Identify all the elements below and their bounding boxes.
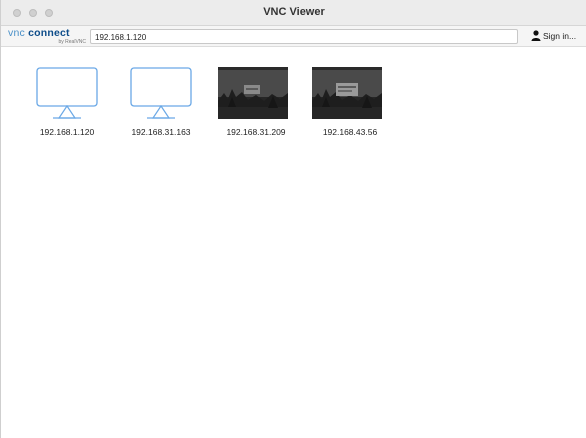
sign-in-button[interactable]: Sign in... bbox=[531, 30, 576, 44]
monitor-icon bbox=[129, 67, 193, 120]
connection-tile[interactable]: 192.168.31.209 bbox=[211, 67, 301, 147]
window-title: VNC Viewer bbox=[263, 6, 325, 18]
person-icon bbox=[531, 30, 541, 41]
connection-label: 192.168.43.56 bbox=[322, 127, 378, 137]
screen-preview bbox=[218, 67, 288, 119]
address-input[interactable] bbox=[90, 29, 518, 44]
toolbar: vnc connect by RealVNC Sign in... bbox=[1, 26, 586, 47]
title-bar: VNC Viewer bbox=[1, 0, 586, 26]
screen-preview bbox=[312, 67, 382, 119]
logo-subtitle: by RealVNC bbox=[58, 39, 86, 45]
vnc-viewer-window: VNC Viewer vnc connect by RealVNC Sign i… bbox=[0, 0, 586, 438]
sign-in-label: Sign in... bbox=[543, 31, 577, 41]
monitor-icon bbox=[35, 67, 99, 120]
connection-label: 192.168.31.163 bbox=[131, 127, 191, 137]
logo-connect-text: connect bbox=[28, 27, 70, 39]
vnc-connect-logo: vnc connect by RealVNC bbox=[8, 27, 86, 47]
connection-label: 192.168.1.120 bbox=[39, 127, 95, 137]
address-book: 192.168.1.120 192.168.31.163 192.168.31.… bbox=[1, 48, 586, 438]
connection-label: 192.168.31.209 bbox=[226, 127, 286, 137]
connection-tile[interactable]: 192.168.1.120 bbox=[22, 67, 112, 147]
connection-tile[interactable]: 192.168.31.163 bbox=[116, 67, 206, 147]
logo-vnc-text: vnc bbox=[8, 27, 25, 39]
connection-tile[interactable]: 192.168.43.56 bbox=[305, 67, 395, 147]
